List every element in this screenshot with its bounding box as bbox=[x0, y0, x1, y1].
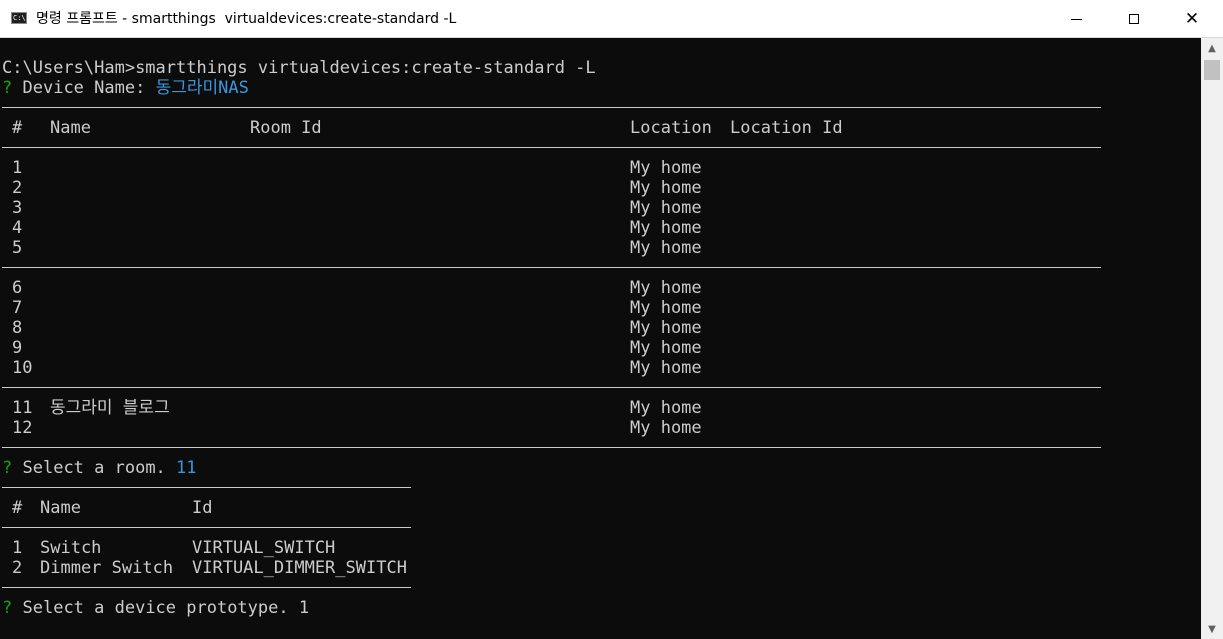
scroll-up-icon: ▲ bbox=[1208, 42, 1216, 54]
row-location: My home bbox=[630, 198, 702, 218]
prompt-path: C:\Users\Ham> bbox=[2, 58, 136, 78]
question-mark: ? bbox=[2, 598, 13, 618]
row-location: My home bbox=[630, 218, 702, 238]
row-num: 8 bbox=[12, 318, 23, 338]
col-header-id: Id bbox=[192, 498, 213, 518]
table-row: 3 My home bbox=[2, 198, 1201, 218]
table-row: 10 My home bbox=[2, 358, 1201, 378]
row-num: 3 bbox=[12, 198, 23, 218]
row-name: Dimmer Switch bbox=[40, 558, 174, 578]
table-row: 9 My home bbox=[2, 338, 1201, 358]
table-rule bbox=[2, 487, 411, 488]
table-row: 7 My home bbox=[2, 298, 1201, 318]
row-num: 2 bbox=[12, 558, 23, 578]
title-bar[interactable]: C:\. 명령 프롬프트 - smartthings virtualdevice… bbox=[0, 0, 1223, 38]
table-rule bbox=[2, 527, 411, 528]
table-rule bbox=[2, 147, 1101, 148]
table-row: 5 My home bbox=[2, 238, 1201, 258]
row-num: 1 bbox=[12, 538, 23, 558]
select-room-label: Select a room. bbox=[22, 458, 166, 478]
command-line: C:\Users\Ham>smartthings virtualdevices:… bbox=[2, 58, 596, 78]
row-num: 6 bbox=[12, 278, 23, 298]
console-app-icon: C:\. bbox=[11, 12, 30, 24]
row-num: 7 bbox=[12, 298, 23, 318]
col-header-location-id: Location Id bbox=[730, 118, 843, 138]
row-num: 1 bbox=[12, 158, 23, 178]
table-rule bbox=[2, 267, 1101, 268]
rooms-table-header: # Name Room Id Location Location Id bbox=[2, 118, 1201, 138]
minimize-button[interactable] bbox=[1047, 0, 1105, 38]
command-text: smartthings virtualdevices:create-standa… bbox=[135, 58, 596, 78]
select-prototype-value: 1 bbox=[298, 598, 310, 618]
row-name: Switch bbox=[40, 538, 102, 558]
table-row: 2 My home bbox=[2, 178, 1201, 198]
row-num: 11 bbox=[12, 398, 33, 418]
table-rule bbox=[2, 387, 1101, 388]
table-rule bbox=[2, 107, 1101, 108]
row-location: My home bbox=[630, 238, 702, 258]
maximize-button[interactable] bbox=[1105, 0, 1163, 38]
table-row: 6 My home bbox=[2, 278, 1201, 298]
close-button[interactable]: ✕ bbox=[1163, 0, 1221, 38]
row-location: My home bbox=[630, 338, 702, 358]
row-num: 12 bbox=[12, 418, 33, 438]
maximize-icon bbox=[1129, 14, 1139, 24]
table-rule bbox=[2, 447, 1101, 448]
prototype-table-header: # Name Id bbox=[2, 498, 602, 518]
select-prototype-label: Select a device prototype. bbox=[22, 598, 289, 618]
select-prototype-line: ? Select a device prototype. 1 bbox=[2, 598, 309, 618]
scroll-down-icon: ▼ bbox=[1208, 623, 1216, 635]
row-num: 10 bbox=[12, 358, 33, 378]
question-mark: ? bbox=[2, 78, 13, 98]
row-id: VIRTUAL_SWITCH bbox=[192, 538, 336, 558]
close-icon: ✕ bbox=[1184, 8, 1200, 29]
col-header-name: Name bbox=[50, 118, 91, 138]
device-name-label: Device Name: bbox=[22, 78, 146, 98]
row-num: 9 bbox=[12, 338, 23, 358]
table-row: 1 My home bbox=[2, 158, 1201, 178]
scrollbar-thumb[interactable] bbox=[1204, 60, 1220, 80]
device-name-value: 동그라미NAS bbox=[155, 78, 249, 98]
window-title: 명령 프롬프트 - smartthings virtualdevices:cre… bbox=[36, 11, 457, 27]
row-location: My home bbox=[630, 318, 702, 338]
select-room-line: ? Select a room. 11 bbox=[2, 458, 197, 478]
col-header-room-id: Room Id bbox=[250, 118, 322, 138]
row-num: 2 bbox=[12, 178, 23, 198]
vertical-scrollbar[interactable]: ▲ ▼ bbox=[1201, 38, 1223, 639]
table-row: 2 Dimmer Switch VIRTUAL_DIMMER_SWITCH bbox=[2, 558, 602, 578]
row-location: My home bbox=[630, 278, 702, 298]
table-row: 11 동그라미 블로그 My home bbox=[2, 398, 1201, 418]
row-location: My home bbox=[630, 178, 702, 198]
row-location: My home bbox=[630, 298, 702, 318]
row-location: My home bbox=[630, 358, 702, 378]
col-header-num: # bbox=[12, 498, 23, 518]
scroll-down-button[interactable]: ▼ bbox=[1201, 619, 1223, 639]
row-location: My home bbox=[630, 158, 702, 178]
col-header-num: # bbox=[12, 118, 23, 138]
row-location: My home bbox=[630, 398, 702, 418]
col-header-name: Name bbox=[40, 498, 81, 518]
console-output[interactable]: C:\Users\Ham>smartthings virtualdevices:… bbox=[0, 38, 1201, 639]
question-mark: ? bbox=[2, 458, 13, 478]
device-name-line: ? Device Name: 동그라미NAS bbox=[2, 78, 249, 98]
table-row: 12 My home bbox=[2, 418, 1201, 438]
table-row: 8 My home bbox=[2, 318, 1201, 338]
table-rule bbox=[2, 587, 411, 588]
row-num: 5 bbox=[12, 238, 23, 258]
scroll-up-button[interactable]: ▲ bbox=[1201, 38, 1223, 58]
row-name: 동그라미 블로그 bbox=[50, 398, 170, 418]
table-row: 1 Switch VIRTUAL_SWITCH bbox=[2, 538, 602, 558]
table-row: 4 My home bbox=[2, 218, 1201, 238]
col-header-location: Location bbox=[630, 118, 712, 138]
select-room-value: 11 bbox=[176, 458, 197, 478]
row-num: 4 bbox=[12, 218, 23, 238]
row-location: My home bbox=[630, 418, 702, 438]
minimize-icon bbox=[1070, 18, 1082, 20]
row-id: VIRTUAL_DIMMER_SWITCH bbox=[192, 558, 407, 578]
